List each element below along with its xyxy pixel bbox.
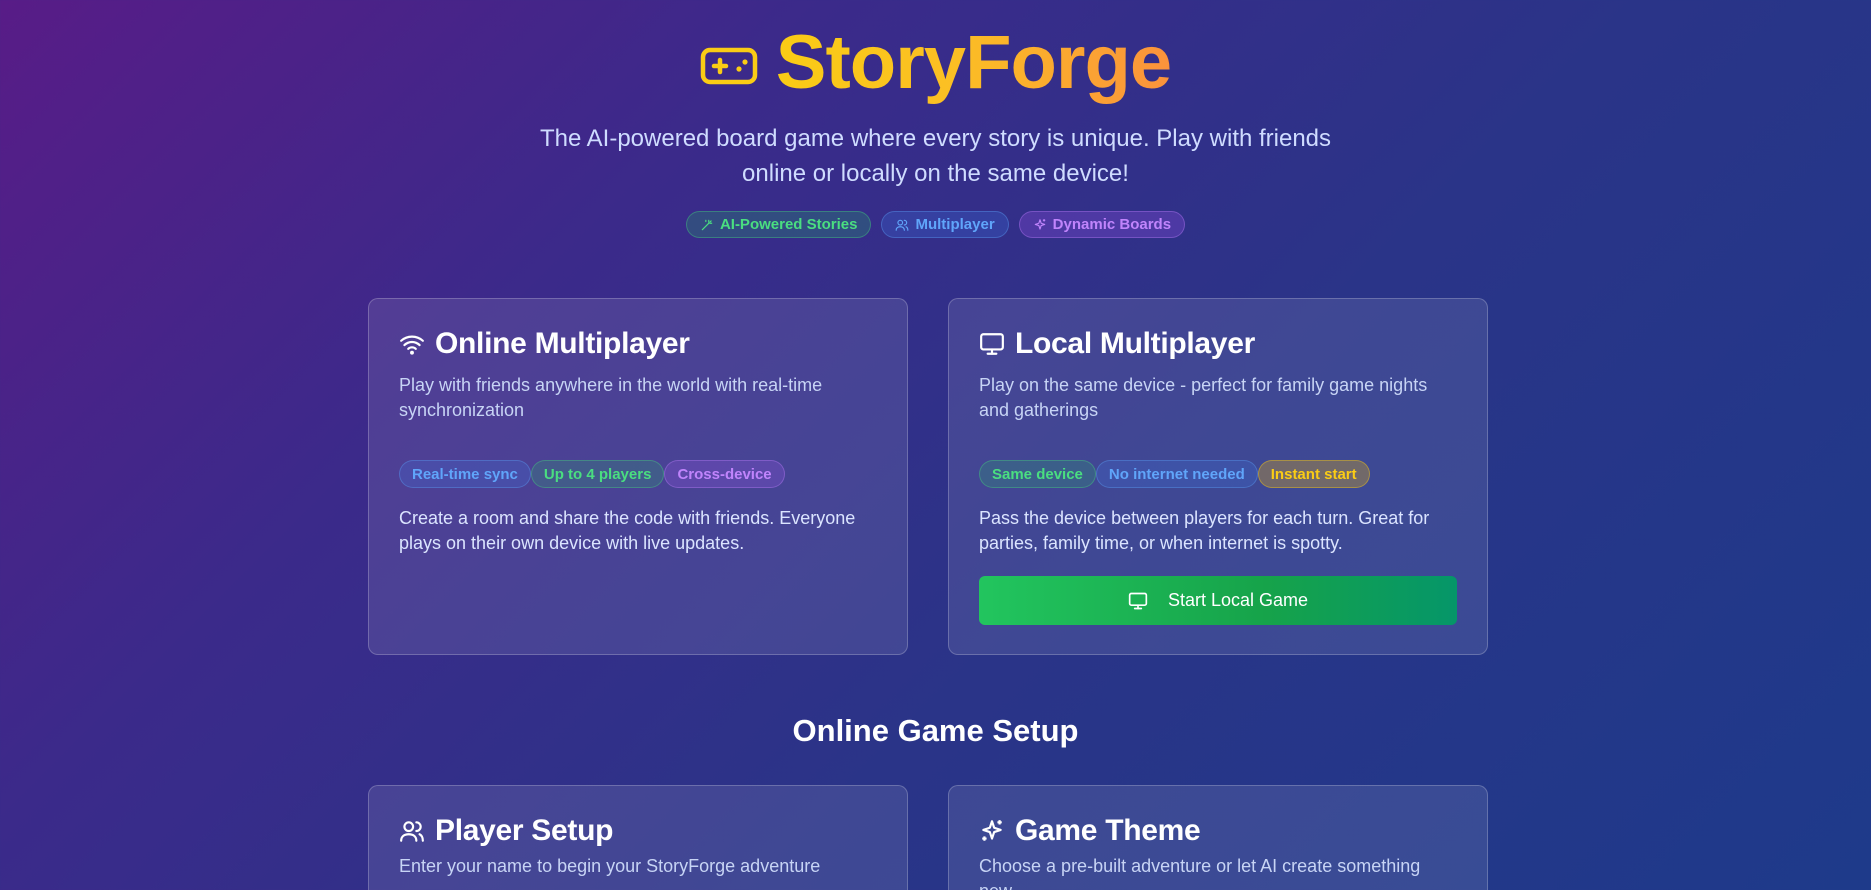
feature-pill-label: Dynamic Boards <box>1052 216 1172 233</box>
monitor-icon <box>980 333 1004 355</box>
gamepad-icon <box>700 47 758 85</box>
tag-list: Real-time sync Up to 4 players Cross-dev… <box>399 460 877 488</box>
tag-list: Same device No internet needed Instant s… <box>979 460 1457 488</box>
button-label: Start Local Game <box>1167 590 1309 610</box>
card-description: Play on the same device - perfect for fa… <box>979 375 1428 420</box>
card-title: Player Setup <box>435 814 614 847</box>
card-title: Online Multiplayer <box>435 327 690 360</box>
tag-cross-device: Cross-device <box>664 460 785 488</box>
card-header: Player Setup <box>399 814 877 848</box>
card-header: Online Multiplayer <box>399 327 877 361</box>
card-body-text: Create a room and share the code with fr… <box>399 508 856 553</box>
sparkles-icon <box>1034 218 1045 230</box>
local-multiplayer-card[interactable]: Local Multiplayer Play on the same devic… <box>948 298 1488 655</box>
game-theme-card: Game Theme Choose a pre-built adventure … <box>948 785 1488 890</box>
feature-pill-label: Multiplayer <box>915 216 995 233</box>
start-local-game-button[interactable]: Start Local Game <box>979 576 1457 625</box>
tagline-line-1: The AI-powered board game where every st… <box>539 125 1332 152</box>
sparkles-icon <box>982 820 1002 841</box>
feature-pills: AI-Powered Stories Multiplayer Dynamic B… <box>0 211 1871 238</box>
card-description: Choose a pre-built adventure or let AI c… <box>979 856 1421 890</box>
card-title: Local Multiplayer <box>1015 327 1255 360</box>
feature-pill-ai-stories: AI-Powered Stories <box>685 211 872 238</box>
app-header: StoryForge <box>0 22 1871 104</box>
card-description: Enter your name to begin your StoryForge… <box>399 856 821 876</box>
tagline: The AI-powered board game where every st… <box>0 121 1871 191</box>
tag-instant-start: Instant start <box>1257 460 1370 488</box>
feature-pill-dynamic-boards: Dynamic Boards <box>1018 211 1186 238</box>
wand-icon <box>701 219 713 230</box>
card-body-text: Pass the device between players for each… <box>979 508 1430 553</box>
app-title: StoryForge <box>775 20 1172 105</box>
feature-pill-label: AI-Powered Stories <box>719 216 858 233</box>
wifi-icon <box>400 335 424 355</box>
online-multiplayer-card[interactable]: Online Multiplayer Play with friends any… <box>368 298 908 655</box>
users-icon <box>896 219 909 231</box>
tagline-line-2: online or locally on the same device! <box>742 160 1129 187</box>
card-title: Game Theme <box>1015 814 1201 847</box>
card-description: Play with friends anywhere in the world … <box>399 375 823 420</box>
tag-up-to-4-players: Up to 4 players <box>530 460 665 488</box>
online-setup-heading: Online Game Setup <box>792 713 1079 748</box>
tag-realtime-sync: Real-time sync <box>399 460 531 488</box>
feature-pill-multiplayer: Multiplayer <box>881 211 1009 238</box>
player-setup-card: Player Setup Enter your name to begin yo… <box>368 785 908 890</box>
card-header: Local Multiplayer <box>979 327 1457 361</box>
users-icon <box>400 821 424 842</box>
monitor-icon <box>1128 592 1148 609</box>
tag-same-device: Same device <box>979 460 1096 488</box>
card-header: Game Theme <box>979 814 1457 848</box>
tag-no-internet: No internet needed <box>1095 460 1258 488</box>
